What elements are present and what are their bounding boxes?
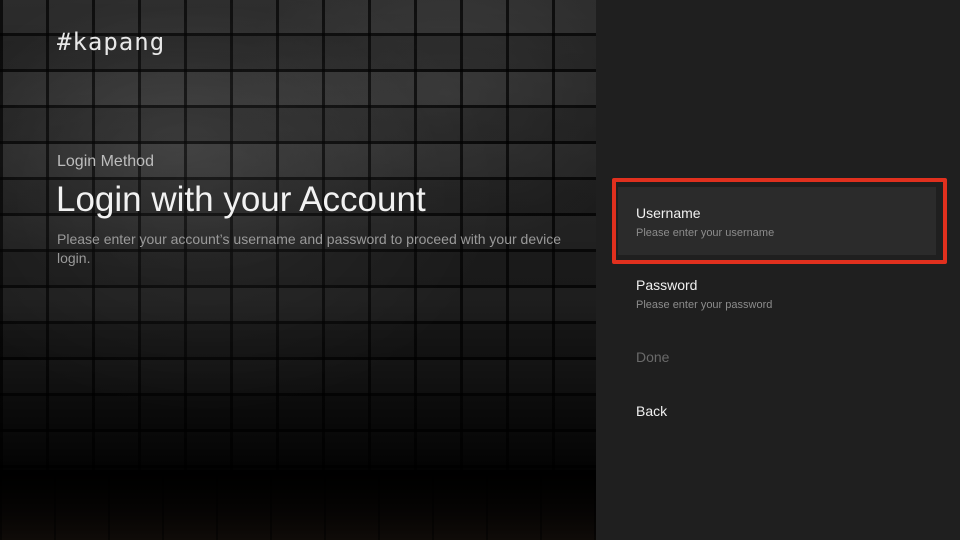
guidance-panel: #kapang Login Method Login with your Acc…	[0, 0, 596, 540]
username-label: Username	[636, 205, 701, 221]
password-field[interactable]: Password Please enter your password	[618, 276, 936, 312]
actions-panel: Username Please enter your username Pass…	[596, 0, 960, 540]
username-hint: Please enter your username	[636, 227, 775, 239]
background-vignette	[0, 0, 596, 540]
page-title: Login with your Account	[56, 180, 426, 219]
done-label: Done	[636, 349, 670, 365]
section-label: Login Method	[57, 153, 154, 170]
password-hint: Please enter your password	[636, 299, 773, 311]
password-label: Password	[636, 277, 698, 293]
username-field[interactable]: Username Please enter your username	[618, 187, 936, 255]
login-screen: #kapang Login Method Login with your Acc…	[0, 0, 960, 540]
brand-logo: #kapang	[57, 28, 166, 56]
done-button[interactable]: Done	[618, 348, 936, 366]
back-label: Back	[636, 403, 668, 419]
page-description: Please enter your account’s username and…	[57, 231, 562, 266]
back-button[interactable]: Back	[618, 402, 936, 420]
